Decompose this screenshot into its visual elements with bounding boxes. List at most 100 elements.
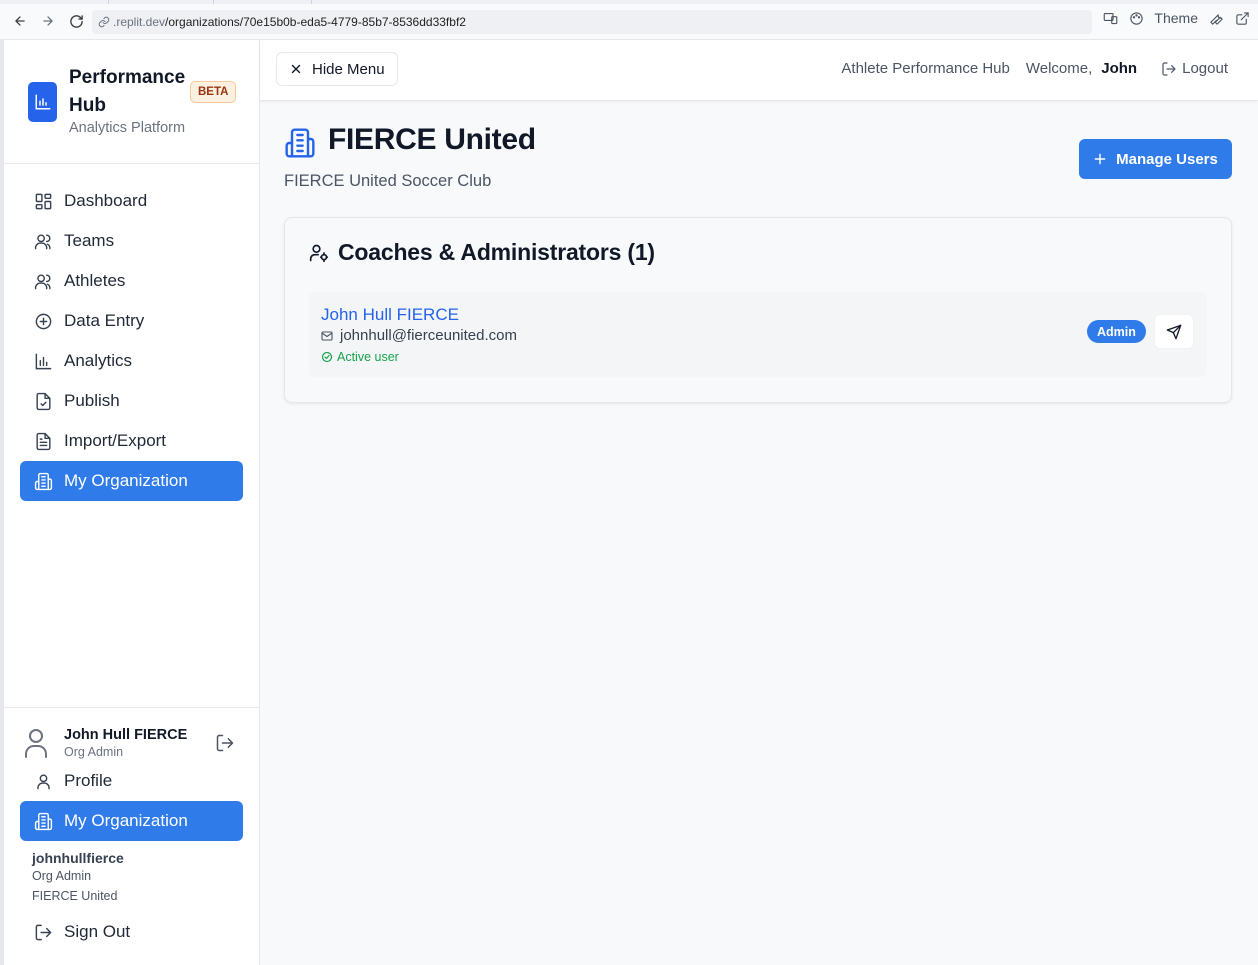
sidebar-item-my-organization[interactable]: My Organization [20, 461, 243, 501]
bar-chart-icon [28, 82, 57, 122]
sign-out-button[interactable]: Sign Out [20, 912, 243, 952]
top-header: Hide Menu Athlete Performance Hub Welcom… [260, 40, 1258, 101]
sidebar-footer: John Hull FIERCE Org Admin Profile My Or… [4, 707, 259, 965]
building-icon [284, 127, 316, 159]
user-icon [33, 771, 53, 791]
sidebar-item-import-export[interactable]: Import/Export [20, 421, 243, 461]
users-icon [33, 271, 53, 291]
brand-title: Performance Hub [69, 67, 186, 116]
sidebar-item-teams[interactable]: Teams [20, 221, 243, 261]
sidebar-item-label: Analytics [64, 351, 133, 370]
welcome-label: Welcome, [1025, 60, 1093, 77]
manage-users-button[interactable]: Manage Users [1079, 139, 1232, 179]
building-icon [33, 471, 53, 491]
sidebar-item-label: My Organization [64, 811, 188, 830]
section-title: Coaches & Administrators (1) [338, 239, 655, 265]
sidebar-item-my-organization-footer[interactable]: My Organization [20, 801, 243, 841]
bar-chart-icon [33, 351, 53, 371]
sidebar: Performance Hub BETA Analytics Platform … [4, 40, 260, 965]
logout-button[interactable]: Logout [1161, 60, 1228, 77]
plus-circle-icon [33, 311, 53, 331]
send-invite-button[interactable] [1154, 314, 1194, 349]
logout-icon [1161, 61, 1177, 77]
sidebar-nav: Dashboard Teams Athletes Data Entry Anal… [20, 181, 243, 501]
external-link-icon[interactable] [1234, 10, 1250, 26]
users-icon [33, 231, 53, 251]
member-status-text: Active user [337, 350, 399, 364]
check-circle-icon [321, 351, 333, 363]
list-item: John Hull FIERCE johnhull@fierceunited.c… [309, 292, 1207, 377]
wrench-icon[interactable] [1208, 10, 1224, 26]
org-description: FIERCE United Soccer Club [284, 172, 492, 190]
brand-subtitle: Analytics Platform [69, 120, 186, 136]
url-path: /organizations/70e15b0b-eda5-4779-85b7-8… [165, 15, 466, 29]
sign-out-container: Sign Out [20, 912, 243, 952]
brand-header: Performance Hub BETA Analytics Platform [4, 40, 259, 164]
header-right: Athlete Performance Hub Welcome, John Lo… [841, 60, 1228, 77]
building-icon [33, 811, 53, 831]
browser-actions: Theme [1102, 10, 1250, 26]
logout-label: Logout [1182, 60, 1228, 77]
footer-nav: Profile My Organization [20, 761, 243, 841]
member-email: johnhull@fierceunited.com [321, 327, 517, 344]
send-icon [1166, 324, 1182, 340]
logout-icon[interactable] [214, 732, 236, 754]
file-text-icon [33, 431, 53, 451]
card-header: Coaches & Administrators (1) [309, 239, 655, 266]
url-host: .replit.dev [113, 15, 166, 29]
tab-divider [213, 0, 214, 4]
sidebar-item-label: Profile [64, 771, 113, 790]
sidebar-item-label: Teams [64, 231, 115, 250]
mail-icon [321, 330, 333, 342]
sidebar-item-label: Athletes [64, 271, 126, 290]
page-title: FIERCE United [328, 123, 536, 156]
manage-users-label: Manage Users [1116, 150, 1218, 168]
sidebar-item-publish[interactable]: Publish [20, 381, 243, 421]
palette-icon[interactable] [1128, 10, 1144, 26]
account-username: johnhullfierce [32, 850, 124, 866]
theme-button[interactable]: Theme [1154, 10, 1198, 26]
member-email-text: johnhull@fierceunited.com [340, 327, 517, 344]
sidebar-item-data-entry[interactable]: Data Entry [20, 301, 243, 341]
devices-icon[interactable] [1102, 10, 1118, 26]
sidebar-item-analytics[interactable]: Analytics [20, 341, 243, 381]
browser-toolbar: .replit.dev/organizations/70e15b0b-eda5-… [0, 0, 1258, 40]
user-role: Org Admin [64, 745, 124, 759]
member-status: Active user [321, 350, 399, 364]
back-arrow-icon[interactable] [11, 12, 29, 30]
forward-arrow-icon[interactable] [39, 12, 57, 30]
sign-out-label: Sign Out [64, 922, 131, 941]
plus-icon [1093, 152, 1107, 166]
close-icon [289, 62, 303, 76]
sidebar-item-dashboard[interactable]: Dashboard [20, 181, 243, 221]
sidebar-item-profile[interactable]: Profile [20, 761, 243, 801]
address-bar[interactable]: .replit.dev/organizations/70e15b0b-eda5-… [92, 10, 1092, 34]
logout-icon [33, 922, 53, 942]
user-cog-icon [309, 243, 329, 263]
tab-divider [311, 0, 312, 4]
sidebar-item-label: Data Entry [64, 311, 145, 330]
beta-badge: BETA [190, 81, 237, 103]
tab-divider [108, 0, 109, 4]
browser-tabstrip [0, 0, 1258, 4]
user-avatar-icon [24, 728, 48, 758]
user-name: John Hull FIERCE [64, 727, 188, 743]
link-icon [98, 16, 110, 28]
sidebar-item-label: My Organization [64, 471, 188, 490]
member-name-link[interactable]: John Hull FIERCE [321, 305, 459, 325]
account-organization: FIERCE United [32, 889, 118, 903]
reload-icon[interactable] [67, 12, 85, 30]
hide-menu-button[interactable]: Hide Menu [276, 52, 398, 86]
account-info: johnhullfierce Org Admin FIERCE United [32, 850, 124, 903]
account-role: Org Admin [32, 869, 92, 883]
sidebar-item-label: Import/Export [64, 431, 167, 450]
welcome-name: John [1101, 60, 1138, 77]
layout-dashboard-icon [33, 191, 53, 211]
role-badge: Admin [1087, 320, 1146, 343]
coaches-admins-card: Coaches & Administrators (1) John Hull F… [284, 217, 1232, 403]
sidebar-item-athletes[interactable]: Athletes [20, 261, 243, 301]
sidebar-item-label: Publish [64, 391, 120, 410]
hide-menu-label: Hide Menu [312, 60, 385, 78]
app-name: Athlete Performance Hub [841, 60, 1010, 77]
sidebar-item-label: Dashboard [64, 191, 148, 210]
